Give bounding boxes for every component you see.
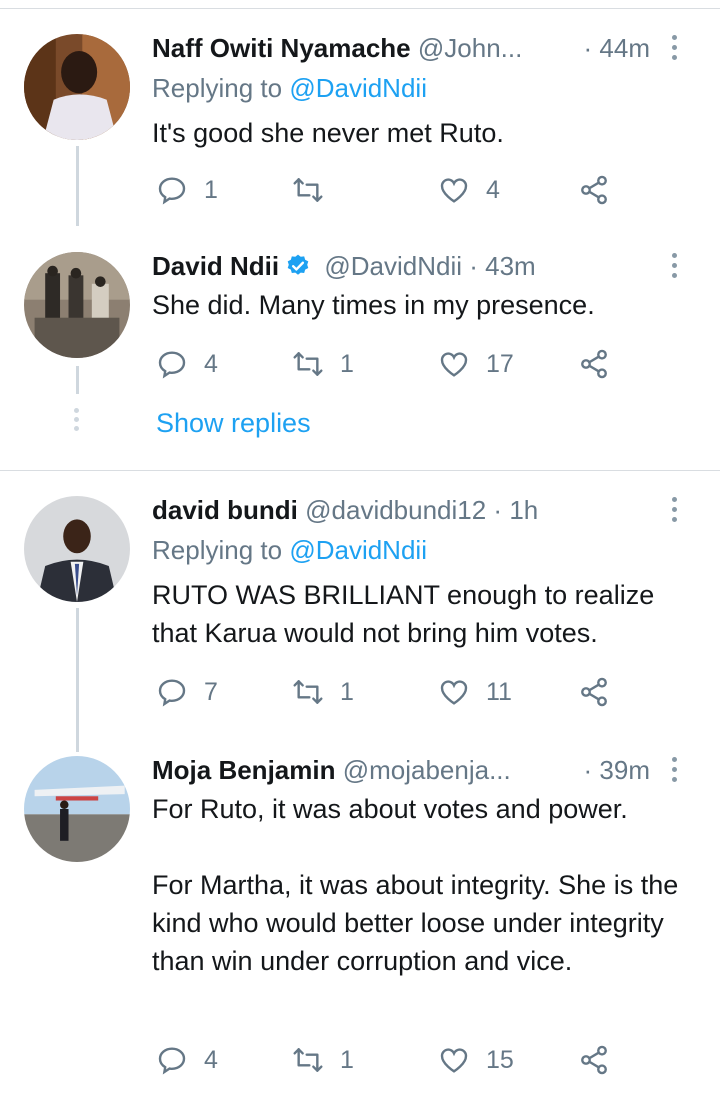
reply-count: 4 <box>204 349 218 378</box>
retweet-button[interactable]: 1 <box>292 344 354 384</box>
replying-to: Replying to @DavidNdii <box>152 532 427 568</box>
like-button[interactable]: 15 <box>438 1040 514 1080</box>
tweet-4[interactable]: Moja Benjamin @mojabenja... · 39m For Ru… <box>0 750 720 1090</box>
share-button[interactable] <box>578 170 610 210</box>
top-divider <box>0 8 720 9</box>
more-options-icon[interactable] <box>664 250 684 280</box>
replying-to: Replying to @DavidNdii <box>152 70 427 106</box>
more-options-icon[interactable] <box>664 32 684 62</box>
more-options-icon[interactable] <box>664 754 684 784</box>
share-icon <box>581 175 607 205</box>
user-handle[interactable]: @mojabenja... <box>343 755 511 785</box>
share-icon <box>581 1045 607 1075</box>
share-button[interactable] <box>578 1040 610 1080</box>
reply-count: 7 <box>204 677 218 706</box>
reply-icon <box>158 177 186 205</box>
tweet-actions: 1 4 <box>152 170 640 210</box>
avatar-moja-benjamin[interactable] <box>24 756 130 862</box>
like-button[interactable]: 17 <box>438 344 514 384</box>
reply-button[interactable]: 7 <box>156 672 218 712</box>
like-count: 17 <box>486 349 514 378</box>
show-replies-link[interactable]: Show replies <box>156 408 311 439</box>
tweet-text: RUTO WAS BRILLIANT enough to realize tha… <box>152 580 655 648</box>
thread-line <box>76 146 79 226</box>
share-button[interactable] <box>578 672 610 712</box>
share-icon <box>581 349 607 379</box>
tweet-text: It's good she never met Ruto. <box>152 118 504 148</box>
tweet-header: Naff Owiti Nyamache @John... · 44m <box>152 28 690 68</box>
reply-button[interactable]: 1 <box>156 170 218 210</box>
retweet-icon <box>293 352 323 376</box>
replying-label: Replying to <box>152 73 283 103</box>
display-name[interactable]: Naff Owiti Nyamache <box>152 33 411 63</box>
like-button[interactable]: 4 <box>438 170 500 210</box>
tweet-actions: 7 1 11 <box>152 672 640 712</box>
tweet-2[interactable]: David Ndii @DavidNdii · 43m She did. Man… <box>0 246 720 456</box>
display-name[interactable]: David Ndii <box>152 251 279 281</box>
reply-count: 1 <box>204 175 218 204</box>
heart-icon <box>440 352 468 377</box>
replying-to-handle[interactable]: @DavidNdii <box>289 73 427 103</box>
reply-button[interactable]: 4 <box>156 1040 218 1080</box>
retweet-icon <box>293 680 323 704</box>
retweet-count: 1 <box>340 349 354 378</box>
retweet-button[interactable]: 1 <box>292 672 354 712</box>
retweet-count: 1 <box>340 677 354 706</box>
user-handle[interactable]: @DavidNdii · 43m <box>324 251 535 281</box>
tweet-text: For Ruto, it was about votes and power. … <box>152 794 679 976</box>
tweet-header: David Ndii @DavidNdii · 43m <box>152 246 690 286</box>
verified-badge-icon <box>287 254 309 275</box>
thread-line <box>76 608 79 752</box>
user-handle[interactable]: @John... <box>418 33 522 63</box>
reply-icon <box>158 1047 186 1075</box>
display-name[interactable]: Moja Benjamin <box>152 755 335 785</box>
tweet-1[interactable]: Naff Owiti Nyamache @John... · 44m Reply… <box>0 28 720 226</box>
section-divider <box>0 470 720 471</box>
reply-button[interactable]: 4 <box>156 344 218 384</box>
avatar-david-bundi[interactable] <box>24 496 130 602</box>
tweet-actions: 4 1 17 <box>152 344 640 384</box>
reply-count: 4 <box>204 1045 218 1074</box>
tweet-time[interactable]: · 44m <box>584 28 650 68</box>
like-count: 11 <box>486 677 512 706</box>
retweet-button[interactable] <box>292 170 340 210</box>
share-icon <box>581 677 607 707</box>
like-count: 4 <box>486 175 500 204</box>
user-handle[interactable]: @davidbundi12 · 1h <box>305 495 538 525</box>
more-replies-dots <box>74 408 80 435</box>
replying-to-handle[interactable]: @DavidNdii <box>289 535 427 565</box>
replying-label: Replying to <box>152 535 283 565</box>
tweet-text: She did. Many times in my presence. <box>152 290 595 320</box>
heart-icon <box>440 680 468 705</box>
tweet-actions: 4 1 15 <box>152 1040 640 1080</box>
more-options-icon[interactable] <box>664 494 684 524</box>
retweet-count: 1 <box>340 1045 354 1074</box>
thread-line <box>76 366 79 394</box>
retweet-button[interactable]: 1 <box>292 1040 354 1080</box>
like-button[interactable]: 11 <box>438 672 512 712</box>
reply-icon <box>158 351 186 379</box>
retweet-icon <box>293 178 323 202</box>
retweet-icon <box>293 1048 323 1072</box>
tweet-header: Moja Benjamin @mojabenja... · 39m <box>152 750 690 790</box>
tweet-header: david bundi @davidbundi12 · 1h <box>152 490 690 530</box>
avatar-david-ndii[interactable] <box>24 252 130 358</box>
heart-icon <box>440 1048 468 1073</box>
tweet-3[interactable]: david bundi @davidbundi12 · 1h Replying … <box>0 490 720 752</box>
reply-icon <box>158 679 186 707</box>
display-name[interactable]: david bundi <box>152 495 298 525</box>
share-button[interactable] <box>578 344 610 384</box>
avatar-naff[interactable] <box>24 34 130 140</box>
heart-icon <box>440 178 468 203</box>
like-count: 15 <box>486 1045 514 1074</box>
tweet-time[interactable]: · 39m <box>584 750 650 790</box>
